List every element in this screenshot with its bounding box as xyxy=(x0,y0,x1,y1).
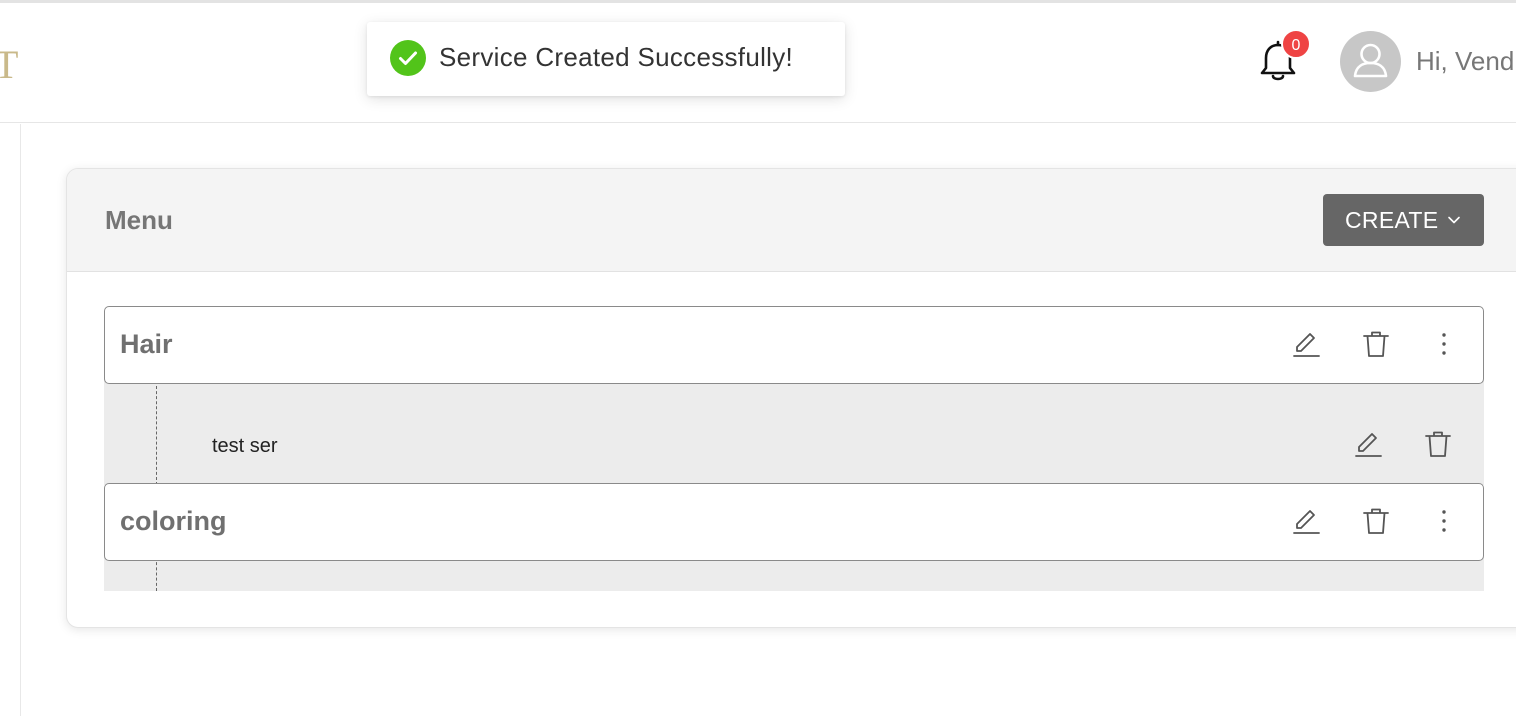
category-name: Hair xyxy=(120,329,173,359)
edit-service-button[interactable] xyxy=(1353,428,1385,460)
menu-title: Menu xyxy=(105,205,173,235)
trash-icon xyxy=(1363,331,1389,357)
user-icon xyxy=(1353,43,1388,78)
services-list-coloring xyxy=(104,557,1484,591)
menu-card-header: Menu CREATE xyxy=(67,169,1516,272)
pencil-icon xyxy=(1293,510,1320,534)
category-row-coloring[interactable]: coloring xyxy=(104,483,1484,561)
create-button-label: CREATE xyxy=(1345,207,1439,233)
edit-category-button[interactable] xyxy=(1291,328,1323,360)
trash-icon xyxy=(1363,508,1389,534)
pencil-icon xyxy=(1355,433,1382,457)
delete-service-button[interactable] xyxy=(1422,428,1454,460)
services-list-hair: test ser xyxy=(104,381,1484,485)
chevron-down-icon xyxy=(1448,216,1460,224)
category-more-button[interactable] xyxy=(1428,505,1460,537)
user-greeting[interactable]: Hi, Vend xyxy=(1416,46,1514,77)
more-vertical-icon xyxy=(1442,510,1446,532)
pencil-icon xyxy=(1293,333,1320,357)
tree-connector xyxy=(156,381,157,485)
category-more-button[interactable] xyxy=(1428,328,1460,360)
category-name: coloring xyxy=(120,506,227,536)
avatar[interactable] xyxy=(1340,31,1401,92)
menu-card: Menu CREATE test ser Hair coloring xyxy=(66,168,1516,628)
delete-category-button[interactable] xyxy=(1360,328,1392,360)
trash-icon xyxy=(1425,431,1451,457)
check-circle-icon xyxy=(390,40,426,76)
more-vertical-icon xyxy=(1442,333,1446,355)
category-row-hair[interactable]: Hair xyxy=(104,306,1484,384)
notification-count-badge: 0 xyxy=(1281,29,1311,59)
create-dropdown-button[interactable]: CREATE xyxy=(1323,194,1484,246)
edit-category-button[interactable] xyxy=(1291,505,1323,537)
tree-connector xyxy=(156,557,157,591)
page: T 0 Hi, Vend Service Created Successfull… xyxy=(0,0,1516,716)
toast-message: Service Created Successfully! xyxy=(439,42,794,72)
sidebar-divider xyxy=(20,124,21,716)
delete-category-button[interactable] xyxy=(1360,505,1392,537)
service-name: test ser xyxy=(212,435,278,457)
brand-logo[interactable]: T xyxy=(0,41,18,88)
success-toast: Service Created Successfully! xyxy=(367,22,845,96)
